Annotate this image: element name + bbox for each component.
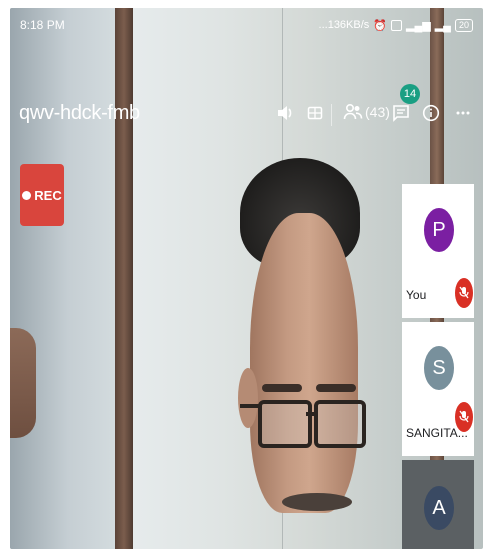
more-icon[interactable] [450, 100, 476, 126]
person-mustache [282, 493, 352, 511]
chat-badge: 14 [400, 84, 420, 104]
participant-name: You [406, 288, 427, 302]
info-icon[interactable] [418, 100, 444, 126]
speaker-video-person [210, 158, 410, 549]
participant-tile-you[interactable]: P You [402, 184, 474, 318]
mic-off-icon [455, 278, 473, 308]
person-brow-left [262, 384, 302, 392]
avatar: A [424, 486, 454, 530]
toolbar-divider [331, 104, 332, 126]
people-icon [343, 103, 363, 120]
signal-icon: ▂▄▆ [406, 19, 431, 32]
status-icons: ...136KB/s ⏰ ▂▄▆ ▂▄ 20 [318, 18, 473, 32]
participants-button[interactable]: (43) [343, 102, 390, 122]
mic-off-icon [455, 402, 473, 432]
layout-icon[interactable] [302, 100, 328, 126]
signal-icon-2: ▂▄ [434, 19, 451, 32]
recording-indicator[interactable]: REC [20, 164, 64, 226]
video-background-arm [10, 328, 36, 438]
participant-tile-a[interactable]: A [402, 460, 474, 549]
avatar: P [424, 208, 454, 252]
person-face [250, 213, 358, 513]
avatar: S [424, 346, 454, 390]
person-brow-right [316, 384, 356, 392]
alarm-icon: ⏰ [373, 19, 387, 32]
participant-tile-sangita[interactable]: S SANGITA... [402, 322, 474, 456]
glasses-temple [240, 404, 260, 408]
status-time: 8:18 PM [20, 18, 65, 32]
meeting-code[interactable]: qwv-hdck-fmb [19, 102, 140, 125]
participant-count: (43) [365, 104, 390, 120]
glasses-lens-left [258, 400, 312, 448]
battery-icon: 20 [454, 18, 473, 32]
status-bar: 8:18 PM ...136KB/s ⏰ ▂▄▆ ▂▄ 20 [10, 8, 483, 42]
network-speed: ...136KB/s [318, 19, 370, 31]
record-dot-icon [22, 190, 32, 200]
rec-label: REC [34, 187, 62, 203]
speaker-icon[interactable] [272, 100, 298, 126]
sim-icon [391, 19, 402, 31]
glasses-lens-right [314, 400, 366, 448]
person-ear [238, 368, 258, 428]
